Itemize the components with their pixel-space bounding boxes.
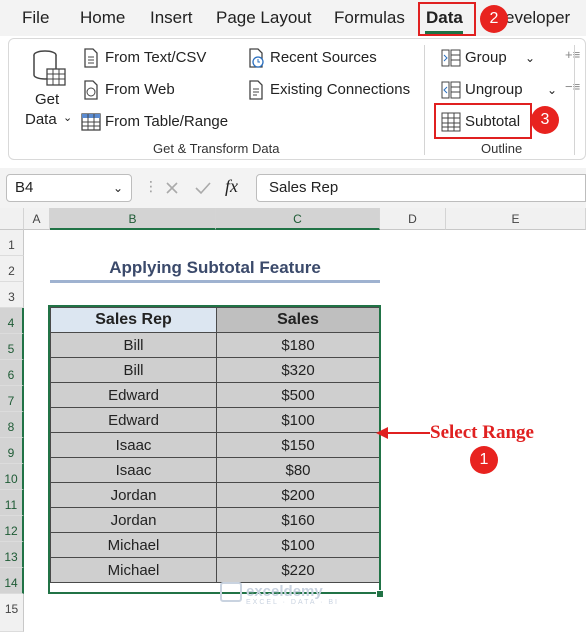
group-label: Group [465,49,507,66]
row-header[interactable]: 3 [0,282,24,308]
menu-home[interactable]: Home [80,0,125,36]
menu-developer[interactable]: eveloper [505,0,570,36]
column-header-e[interactable]: E [446,208,586,230]
chevron-down-icon: ⌄ [525,51,536,65]
row-header[interactable]: 12 [0,516,24,542]
from-table-range-label: From Table/Range [105,113,229,130]
recent-sources-label: Recent Sources [270,49,377,66]
connection-file-icon [249,80,263,100]
cancel-icon[interactable] [164,180,180,196]
column-header-b[interactable]: B [50,208,216,230]
get-data-label-1: Get [35,91,60,108]
ribbon-separator [574,45,575,155]
database-icon [33,50,66,86]
menu-file[interactable]: File [22,0,49,36]
column-header-a[interactable]: A [24,208,50,230]
row-header[interactable]: 1 [0,230,24,256]
group-label-get-transform: Get & Transform Data [153,141,280,156]
selection-border [48,305,381,594]
step-badge-1: 1 [470,446,498,474]
row-header[interactable]: 4 [0,308,24,334]
fill-handle[interactable] [376,590,384,598]
show-detail-icon[interactable]: +≡ [565,47,580,62]
group-label-outline: Outline [481,141,523,156]
step-badge-3: 3 [531,106,559,134]
from-web-label: From Web [105,81,175,98]
row-header[interactable]: 5 [0,334,24,360]
text-file-icon [84,48,98,68]
formula-input[interactable]: Sales Rep [256,174,586,202]
hide-detail-icon[interactable]: −≡ [565,79,580,94]
sheet-title[interactable]: Applying Subtotal Feature [50,256,380,280]
formula-bar: B4 ⌄ ⋮ fx Sales Rep [0,168,586,208]
formula-input-value: Sales Rep [269,179,339,196]
name-box[interactable]: B4 ⌄ [6,174,132,202]
row-header[interactable]: 8 [0,412,24,438]
select-all-corner[interactable] [0,208,24,230]
get-data-button[interactable]: Get Data ⌄ [21,47,73,133]
row-header[interactable]: 2 [0,256,24,282]
select-range-annotation: Select Range [430,422,534,443]
more-options-icon[interactable]: ⋮ [144,178,158,195]
subtotal-highlight [434,103,532,139]
group-icon [441,49,461,67]
name-box-value: B4 [15,179,34,196]
get-data-label-2: Data [25,111,57,128]
ribbon-separator [424,45,425,155]
existing-connections-label: Existing Connections [270,81,411,98]
row-header[interactable]: 11 [0,490,24,516]
chevron-down-icon: ⌄ [63,112,73,124]
from-text-csv-label: From Text/CSV [105,49,207,66]
ungroup-icon [441,81,461,99]
menu-formulas[interactable]: Formulas [334,0,405,36]
ribbon: Get Data ⌄ From Text/CSV From Web From T… [8,38,586,160]
watermark: exceldemy EXCEL · DATA · BI [220,582,339,606]
arrow-left-icon [376,427,430,439]
table-icon [81,113,101,131]
row-header[interactable]: 7 [0,386,24,412]
watermark-name: exceldemy [246,582,323,600]
column-header-d[interactable]: D [380,208,446,230]
chevron-down-icon: ⌄ [547,83,558,97]
web-file-icon [84,80,98,100]
row-header[interactable]: 15 [0,594,24,632]
row-header[interactable]: 14 [0,568,24,594]
row-header[interactable]: 6 [0,360,24,386]
step-badge-2: 2 [480,5,508,33]
insert-function-icon[interactable]: fx [225,176,238,197]
column-header-c[interactable]: C [216,208,380,230]
row-header[interactable]: 9 [0,438,24,464]
enter-icon[interactable] [194,180,212,196]
watermark-tagline: EXCEL · DATA · BI [246,599,339,606]
chevron-down-icon: ⌄ [112,181,123,195]
watermark-logo-icon [220,582,242,602]
menu-insert[interactable]: Insert [150,0,193,36]
title-underline [50,280,380,283]
data-tab-highlight [418,2,476,36]
clock-file-icon [249,48,264,68]
ungroup-label: Ungroup [465,81,523,98]
row-header[interactable]: 13 [0,542,24,568]
row-header[interactable]: 10 [0,464,24,490]
menu-page-layout[interactable]: Page Layout [216,0,311,36]
